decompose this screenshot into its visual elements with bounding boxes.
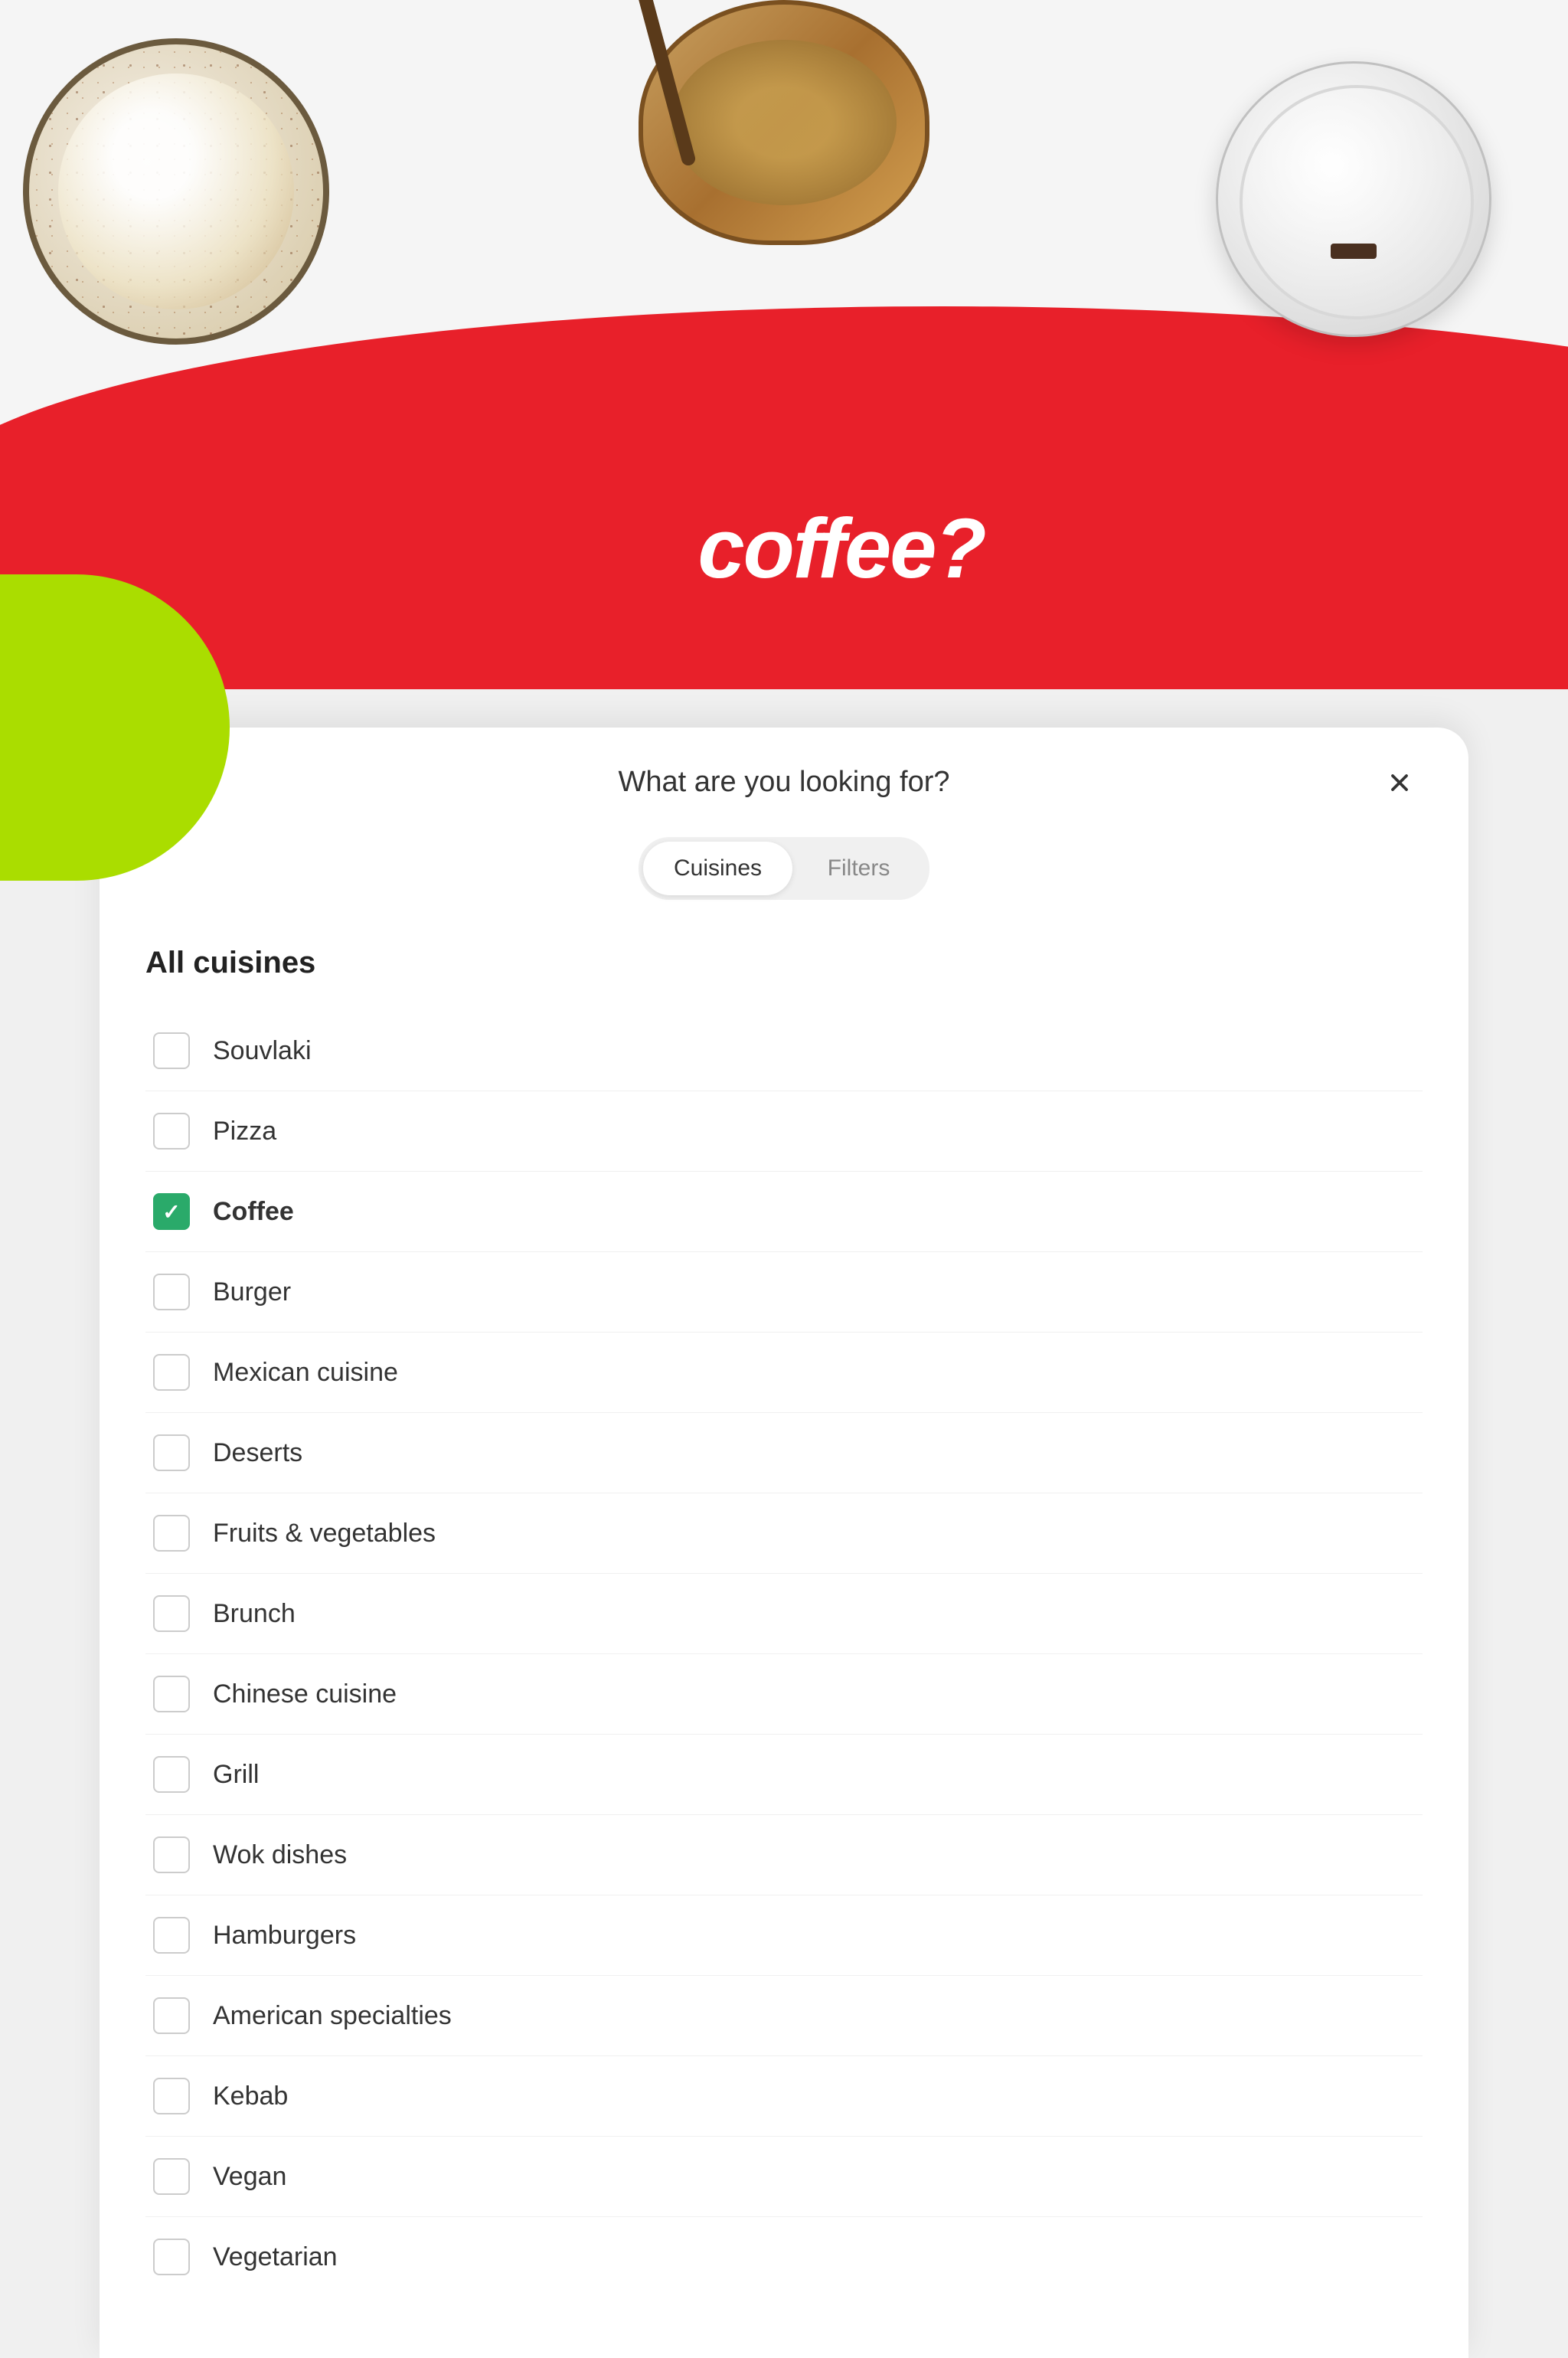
- section-heading: All cuisines: [145, 946, 1423, 980]
- cuisine-label-hamburgers: Hamburgers: [213, 1921, 356, 1951]
- list-item[interactable]: ✓ Mexican cuisine: [145, 1333, 1423, 1413]
- cuisine-label-coffee: Coffee: [213, 1197, 294, 1227]
- cuisine-label-american: American specialties: [213, 2001, 452, 2031]
- list-item[interactable]: ✓ Vegan: [145, 2137, 1423, 2217]
- list-item[interactable]: ✓ Vegetarian: [145, 2217, 1423, 2297]
- red-wave-decoration: [0, 306, 1568, 689]
- cuisine-label-deserts: Deserts: [213, 1438, 302, 1468]
- checkbox-wok[interactable]: ✓: [153, 1836, 190, 1873]
- modal-header: What are you looking for?: [145, 766, 1423, 799]
- cuisine-label-chinese: Chinese cuisine: [213, 1679, 397, 1709]
- list-item[interactable]: ✓ Pizza: [145, 1091, 1423, 1172]
- close-button[interactable]: [1377, 760, 1423, 806]
- list-item[interactable]: ✓ Deserts: [145, 1413, 1423, 1493]
- checkbox-fruits-veg[interactable]: ✓: [153, 1515, 190, 1552]
- tab-filters[interactable]: Filters: [792, 842, 925, 895]
- checkbox-pizza[interactable]: ✓: [153, 1113, 190, 1150]
- cuisine-label-souvlaki: Souvlaki: [213, 1036, 312, 1066]
- coffee-lid: [1216, 61, 1491, 337]
- list-item[interactable]: ✓ Brunch: [145, 1574, 1423, 1654]
- checkbox-vegetarian[interactable]: ✓: [153, 2239, 190, 2275]
- cuisine-label-kebab: Kebab: [213, 2082, 288, 2111]
- checkbox-american[interactable]: ✓: [153, 1997, 190, 2034]
- tabs-container: Cuisines Filters: [639, 837, 929, 900]
- checkbox-coffee[interactable]: ✓: [153, 1193, 190, 1230]
- modal-sheet: What are you looking for? Cuisines Filte…: [100, 728, 1468, 2358]
- modal-title: What are you looking for?: [618, 766, 949, 799]
- main-content: What are you looking for? Cuisines Filte…: [0, 689, 1568, 2358]
- checkbox-hamburgers[interactable]: ✓: [153, 1917, 190, 1954]
- list-item[interactable]: ✓ Kebab: [145, 2056, 1423, 2137]
- checkbox-deserts[interactable]: ✓: [153, 1434, 190, 1471]
- cuisine-label-fruits-veg: Fruits & vegetables: [213, 1519, 436, 1549]
- checkbox-vegan[interactable]: ✓: [153, 2158, 190, 2195]
- list-item[interactable]: ✓ Fruits & vegetables: [145, 1493, 1423, 1574]
- list-item[interactable]: ✓ Wok dishes: [145, 1815, 1423, 1895]
- latte-cup: [23, 38, 329, 345]
- tab-cuisines[interactable]: Cuisines: [643, 842, 792, 895]
- list-item[interactable]: ✓ Chinese cuisine: [145, 1654, 1423, 1735]
- checkmark-icon: ✓: [162, 1199, 180, 1225]
- checkbox-chinese[interactable]: ✓: [153, 1676, 190, 1712]
- list-item[interactable]: ✓ Coffee: [145, 1172, 1423, 1252]
- list-item[interactable]: ✓ Souvlaki: [145, 1011, 1423, 1091]
- checkbox-mexican[interactable]: ✓: [153, 1354, 190, 1391]
- list-item[interactable]: ✓ Grill: [145, 1735, 1423, 1815]
- checkbox-grill[interactable]: ✓: [153, 1756, 190, 1793]
- checkbox-burger[interactable]: ✓: [153, 1274, 190, 1310]
- list-item[interactable]: ✓ Burger: [145, 1252, 1423, 1333]
- checkbox-souvlaki[interactable]: ✓: [153, 1032, 190, 1069]
- hero-section: coffee?: [0, 0, 1568, 689]
- cuisine-label-brunch: Brunch: [213, 1599, 296, 1629]
- list-item[interactable]: ✓ Hamburgers: [145, 1895, 1423, 1976]
- cuisine-list: ✓ Souvlaki ✓ Pizza ✓ Coffee ✓ Burger ✓ Mexican cu…: [145, 1011, 1423, 2297]
- list-item[interactable]: ✓ American specialties: [145, 1976, 1423, 2056]
- cuisine-label-burger: Burger: [213, 1277, 291, 1307]
- cuisine-label-vegan: Vegan: [213, 2162, 286, 2192]
- checkbox-kebab[interactable]: ✓: [153, 2078, 190, 2114]
- checkbox-brunch[interactable]: ✓: [153, 1595, 190, 1632]
- cuisine-label-mexican: Mexican cuisine: [213, 1358, 398, 1388]
- cuisine-label-grill: Grill: [213, 1760, 259, 1790]
- coffee-hero-text: coffee?: [697, 500, 985, 597]
- close-icon: [1386, 769, 1413, 796]
- cuisine-label-wok: Wok dishes: [213, 1840, 347, 1870]
- cuisine-label-pizza: Pizza: [213, 1117, 276, 1146]
- cuisine-label-vegetarian: Vegetarian: [213, 2242, 338, 2272]
